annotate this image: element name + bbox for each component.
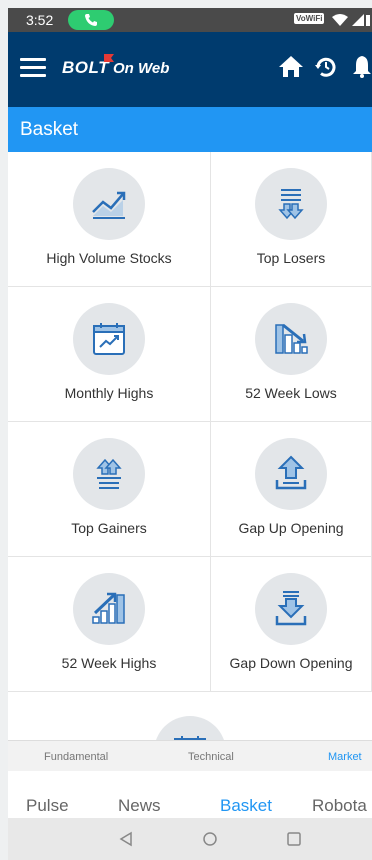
recents-icon[interactable] xyxy=(286,831,302,847)
icon-circle xyxy=(73,573,145,645)
calendar-chart-icon xyxy=(93,323,125,355)
menu-icon[interactable] xyxy=(20,58,46,82)
icon-circle xyxy=(255,573,327,645)
signal-icons xyxy=(332,13,372,30)
bars-up-icon xyxy=(92,592,125,624)
icon-circle xyxy=(255,303,327,375)
system-nav-bar xyxy=(8,818,372,860)
basket-label: 52 Week Highs xyxy=(61,655,157,671)
app-bar: BOLT On Web xyxy=(8,32,372,107)
section-header: Basket xyxy=(8,107,372,152)
back-icon[interactable] xyxy=(118,831,134,847)
logo-suffix: On Web xyxy=(113,60,170,77)
bottom-navigation: Pulse News Basket Robota xyxy=(8,771,372,818)
logo-text: BOLT xyxy=(62,58,110,77)
down-arrows-icon xyxy=(278,189,304,220)
bottom-tab-news[interactable]: News xyxy=(118,796,161,816)
tab-market[interactable]: Market xyxy=(328,751,362,763)
arrow-down-tray-icon xyxy=(275,591,307,626)
chart-up-icon xyxy=(92,191,126,219)
tab-fundamental[interactable]: Fundamental xyxy=(44,751,108,763)
basket-label: High Volume Stocks xyxy=(46,250,172,266)
basket-52-week-lows[interactable]: 52 Week Lows xyxy=(211,287,372,422)
basket-label: Gap Down Opening xyxy=(229,655,353,671)
logo-flag-icon xyxy=(104,54,114,62)
home-circle-icon[interactable] xyxy=(202,831,218,847)
icon-circle xyxy=(73,438,145,510)
icon-circle xyxy=(255,438,327,510)
icon-circle xyxy=(255,168,327,240)
calendar-icon xyxy=(174,736,206,740)
bottom-tab-pulse[interactable]: Pulse xyxy=(26,796,69,816)
basket-top-losers[interactable]: Top Losers xyxy=(211,152,372,287)
basket-category-tabs: Fundamental Technical Market xyxy=(8,740,372,772)
basket-high-volume-stocks[interactable]: High Volume Stocks xyxy=(8,152,211,287)
status-bar: 3:52 VoWiFi xyxy=(8,8,372,32)
phone-icon xyxy=(85,14,97,26)
basket-label: 52 Week Lows xyxy=(245,385,337,401)
basket-monthly-highs[interactable]: Monthly Highs xyxy=(8,287,211,422)
basket-gap-down-opening[interactable]: Gap Down Opening xyxy=(211,557,372,692)
home-icon[interactable] xyxy=(278,54,304,78)
basket-label: Top Losers xyxy=(256,250,326,266)
basket-partial-card[interactable] xyxy=(8,692,372,740)
basket-label: Monthly Highs xyxy=(64,385,154,401)
app-logo: BOLT On Web xyxy=(62,54,170,78)
ongoing-call-indicator[interactable] xyxy=(68,10,114,30)
basket-gap-up-opening[interactable]: Gap Up Opening xyxy=(211,422,372,557)
bars-down-icon xyxy=(275,323,308,354)
icon-circle xyxy=(73,303,145,375)
basket-grid: High Volume Stocks Top Losers Monthly Hi… xyxy=(8,152,372,740)
icon-circle xyxy=(73,168,145,240)
up-arrows-icon xyxy=(96,458,122,489)
basket-52-week-highs[interactable]: 52 Week Highs xyxy=(8,557,211,692)
icon-circle xyxy=(154,716,226,740)
basket-top-gainers[interactable]: Top Gainers xyxy=(8,422,211,557)
basket-label: Top Gainers xyxy=(71,520,147,536)
history-icon[interactable] xyxy=(314,55,338,79)
tab-technical[interactable]: Technical xyxy=(188,751,234,763)
arrow-up-tray-icon xyxy=(275,455,307,490)
status-time: 3:52 xyxy=(26,12,54,28)
bell-icon[interactable] xyxy=(352,54,372,78)
vowifi-badge: VoWiFi xyxy=(294,13,325,24)
basket-label: Gap Up Opening xyxy=(238,520,344,536)
page-title: Basket xyxy=(20,119,79,140)
bottom-tab-basket[interactable]: Basket xyxy=(220,796,272,816)
bottom-tab-robota[interactable]: Robota xyxy=(312,796,367,816)
